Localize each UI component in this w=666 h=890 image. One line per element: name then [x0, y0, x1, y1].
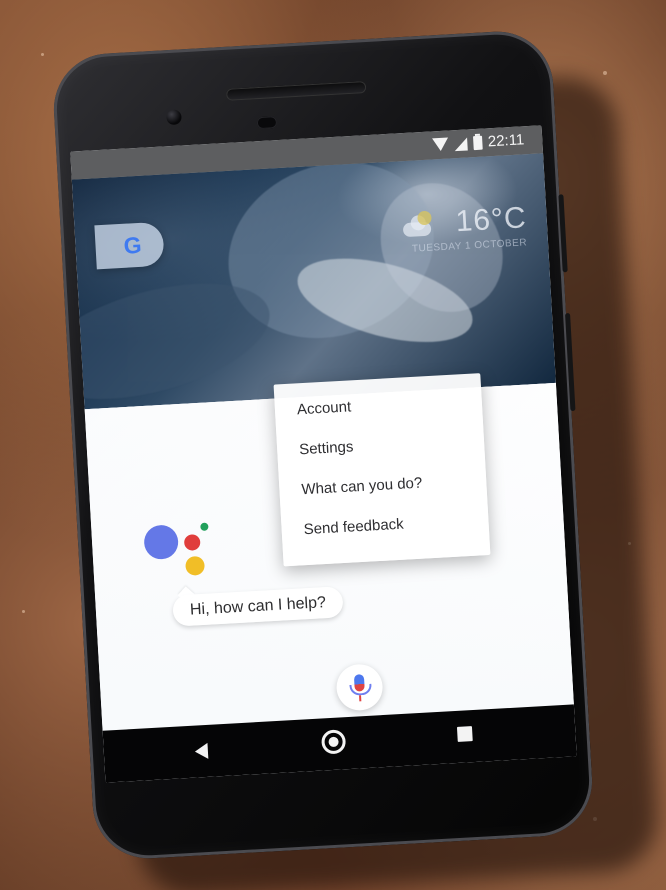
battery-icon — [472, 135, 483, 151]
assistant-blue-dot — [143, 524, 180, 561]
google-g-icon: G — [122, 231, 143, 259]
status-time: 22:11 — [487, 131, 525, 151]
assistant-green-dot — [200, 522, 209, 531]
menu-item-what-can-you-do[interactable]: What can you do? — [300, 462, 472, 508]
ground-speck — [22, 610, 25, 613]
phone-screen: 22:11 G 16°C TUESDAY 1 OCTOBER Hi, how c… — [70, 125, 577, 783]
menu-item-send-feedback[interactable]: Send feedback — [303, 502, 475, 548]
ground-speck — [603, 71, 607, 75]
menu-item-settings[interactable]: Settings — [298, 422, 470, 468]
assistant-yellow-dot — [185, 555, 206, 576]
assistant-overflow-menu: Account Settings What can you do? Send f… — [273, 373, 491, 567]
weather-temperature: 16°C — [454, 201, 528, 239]
proximity-sensor — [256, 116, 278, 130]
weather-date: TUESDAY 1 OCTOBER — [411, 237, 528, 255]
menu-item-account[interactable]: Account — [296, 382, 468, 428]
microphone-button[interactable] — [335, 663, 384, 712]
microphone-icon — [353, 674, 365, 692]
ground-speck — [41, 53, 44, 56]
android-phone: 22:11 G 16°C TUESDAY 1 OCTOBER Hi, how c… — [50, 28, 596, 862]
signal-icon — [453, 137, 468, 151]
back-icon[interactable] — [194, 742, 209, 760]
google-assistant-logo — [143, 516, 216, 576]
microphone-stem — [359, 695, 362, 702]
assistant-greeting-bubble: Hi, how can I help? — [172, 586, 344, 627]
google-search-button[interactable]: G — [94, 221, 165, 270]
home-screen-wallpaper: G 16°C TUESDAY 1 OCTOBER — [71, 153, 556, 410]
sun-icon — [417, 210, 432, 226]
status-icons: 22:11 — [431, 131, 525, 154]
front-camera-icon — [166, 109, 182, 126]
home-icon[interactable] — [320, 729, 347, 755]
weather-widget[interactable]: 16°C TUESDAY 1 OCTOBER — [394, 201, 529, 265]
earpiece-speaker — [225, 81, 367, 101]
recents-icon[interactable] — [456, 726, 473, 742]
wifi-icon — [431, 137, 449, 151]
assistant-red-dot — [183, 534, 201, 551]
photo-scene: 22:11 G 16°C TUESDAY 1 OCTOBER Hi, how c… — [0, 0, 666, 890]
